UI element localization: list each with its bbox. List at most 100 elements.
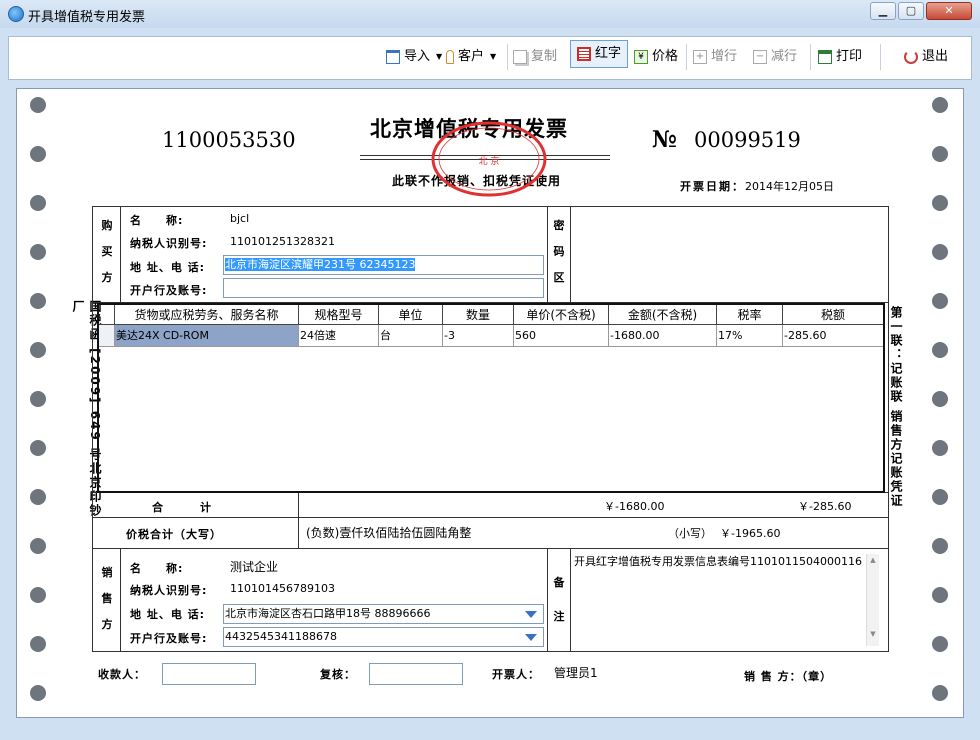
- column-header[interactable]: 货物或应税劳务、服务名称: [115, 305, 299, 325]
- divider: [547, 549, 548, 652]
- row-selector[interactable]: [99, 325, 115, 347]
- invoice-number: 00099519: [694, 128, 801, 152]
- customer-button[interactable]: 客户 ▼: [446, 46, 496, 68]
- feed-hole: [932, 342, 948, 358]
- feed-hole: [30, 538, 46, 554]
- toolbar-separator: [880, 44, 881, 70]
- column-header[interactable]: 金额(不含税): [609, 305, 717, 325]
- goods-qty-cell[interactable]: -3: [443, 325, 514, 347]
- divider: [120, 206, 121, 303]
- red-letter-icon: [577, 47, 591, 61]
- copy-icon: [513, 50, 527, 64]
- import-icon: [386, 50, 400, 64]
- dropdown-arrow-icon[interactable]: [525, 611, 537, 618]
- row-header-corner: [99, 305, 115, 325]
- customer-icon: [446, 50, 454, 64]
- number-sign: №: [652, 126, 677, 153]
- scroll-down-icon[interactable]: ▼: [867, 630, 879, 638]
- feed-hole: [932, 146, 948, 162]
- column-header[interactable]: 税率: [717, 305, 783, 325]
- buyer-taxid: 110101251328321: [230, 235, 335, 248]
- title-bar: [0, 0, 980, 28]
- scroll-up-icon[interactable]: ▲: [867, 556, 879, 564]
- buyer-name: bjcl: [230, 212, 250, 225]
- seller-stamp-label: 销 售 方：（章）: [744, 670, 833, 683]
- toolbar-separator: [686, 44, 687, 70]
- minimize-button[interactable]: ▁: [870, 2, 896, 20]
- divider: [570, 549, 571, 652]
- feed-hole: [30, 195, 46, 211]
- buyer-address-field[interactable]: 北京市海淀区滨耀甲231号 62345123: [223, 255, 544, 275]
- add-row-button[interactable]: + 增行: [693, 46, 737, 68]
- feed-hole: [932, 538, 948, 554]
- divider: [298, 493, 299, 517]
- grand-total-lower: ￥-1965.60: [720, 527, 781, 540]
- seller-address-label: 地 址、电 话:: [130, 608, 206, 621]
- seller-name-label: 名 称:: [130, 562, 184, 575]
- column-header[interactable]: 税额: [783, 305, 883, 325]
- toolbar-separator: [810, 44, 811, 70]
- print-button[interactable]: 打印: [818, 46, 862, 68]
- cipher-area-label: 密 码 区: [553, 219, 565, 284]
- column-header[interactable]: 单价(不含税): [514, 305, 609, 325]
- feed-hole: [30, 293, 46, 309]
- window-title: 开具增值税专用发票: [28, 10, 146, 25]
- close-button[interactable]: ✕: [926, 2, 972, 20]
- exit-button[interactable]: 退出: [904, 46, 948, 68]
- column-header[interactable]: 规格型号: [299, 305, 379, 325]
- feed-hole: [30, 685, 46, 701]
- price-icon: ¥: [634, 50, 648, 64]
- seller-side-label: 销 售 方: [101, 566, 113, 631]
- goods-price-cell[interactable]: 560: [514, 325, 609, 347]
- svg-text:北 京: 北 京: [479, 155, 500, 167]
- remarks-scrollbar[interactable]: ▲ ▼: [866, 554, 879, 646]
- goods-tax-cell[interactable]: -285.60: [783, 325, 883, 347]
- issue-date: 开票日期：2014年12月05日: [680, 180, 834, 193]
- seller-address-combo[interactable]: 北京市海淀区杏石口路甲18号 88896666: [223, 604, 544, 624]
- total-tax: ￥-285.60: [798, 500, 852, 513]
- buyer-name-label: 名 称:: [130, 214, 184, 227]
- seller-bank-combo[interactable]: 4432545341188678: [223, 627, 544, 647]
- reviewer-label: 复核：: [320, 668, 356, 681]
- add-row-icon: +: [693, 50, 707, 64]
- dropdown-arrow-icon: ▼: [436, 52, 443, 61]
- column-header[interactable]: 数量: [443, 305, 514, 325]
- feed-hole: [932, 636, 948, 652]
- goods-name-cell[interactable]: 美达24X CD-ROM: [115, 325, 299, 347]
- invoice-code: 1100053530: [162, 128, 296, 152]
- remarks-textarea[interactable]: 开具红字增值税专用发票信息表编号1101011504000116: [573, 553, 879, 648]
- feed-hole: [30, 587, 46, 603]
- reviewer-field[interactable]: [369, 663, 463, 685]
- grand-total-label: 价税合计（大写）: [126, 528, 222, 541]
- app-icon: [8, 6, 24, 22]
- buyer-bank-field[interactable]: [223, 278, 544, 298]
- price-button[interactable]: ¥ 价格: [634, 46, 678, 68]
- buyer-taxid-label: 纳税人识别号:: [130, 237, 208, 250]
- goods-amount-cell[interactable]: -1680.00: [609, 325, 717, 347]
- feed-hole: [932, 293, 948, 309]
- copy-button[interactable]: 复制: [513, 46, 557, 68]
- goods-unit-cell[interactable]: 台: [379, 325, 443, 347]
- column-header[interactable]: 单位: [379, 305, 443, 325]
- goods-spec-cell[interactable]: 24倍速: [299, 325, 379, 347]
- drawer-label: 开票人：: [492, 668, 540, 681]
- goods-taxrate-cell[interactable]: 17%: [717, 325, 783, 347]
- feed-hole: [932, 587, 948, 603]
- dropdown-arrow-icon[interactable]: [525, 634, 537, 641]
- buyer-address-label: 地 址、电 话:: [130, 261, 206, 274]
- maximize-button[interactable]: ▢: [898, 2, 924, 20]
- feed-hole: [30, 636, 46, 652]
- divider: [92, 517, 889, 518]
- delete-row-icon: −: [753, 50, 767, 64]
- import-button[interactable]: 导入 ▼: [386, 46, 442, 68]
- dropdown-arrow-icon: ▼: [490, 52, 497, 61]
- delete-row-button[interactable]: − 减行: [753, 46, 797, 68]
- payee-label: 收款人：: [98, 668, 146, 681]
- feed-hole: [932, 195, 948, 211]
- feed-hole: [932, 489, 948, 505]
- red-letter-button[interactable]: 红字: [570, 40, 629, 68]
- payee-field[interactable]: [162, 663, 256, 685]
- official-stamp: 北 京: [431, 121, 547, 197]
- buyer-side-label: 购 买 方: [101, 219, 113, 284]
- seller-taxid-label: 纳税人识别号:: [130, 584, 208, 597]
